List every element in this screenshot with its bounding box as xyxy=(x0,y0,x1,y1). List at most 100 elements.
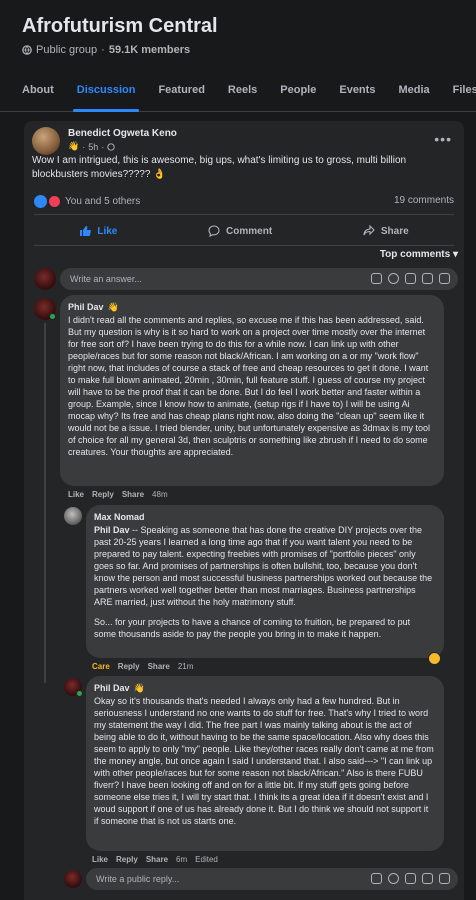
reply-input[interactable]: Write a public reply... xyxy=(86,868,458,890)
comment-reply-link[interactable]: Reply xyxy=(118,662,140,671)
group-tabs: About Discussion Featured Reels People E… xyxy=(0,74,476,112)
meta-separator: · xyxy=(101,141,105,152)
reaction-icons[interactable]: You and 5 others xyxy=(34,195,140,208)
meta-separator: · xyxy=(101,44,105,56)
sticker-icon[interactable] xyxy=(439,873,450,884)
comment-text: Okay so it's thousands that's needed I a… xyxy=(94,696,434,826)
comment-like-link[interactable]: Like xyxy=(68,490,84,499)
share-button[interactable]: Share xyxy=(363,225,409,237)
group-meta: Public group · 59.1K members xyxy=(22,44,456,56)
sort-comments-dropdown[interactable]: Top comments ▾ xyxy=(380,249,458,260)
comment-share-link[interactable]: Share xyxy=(148,662,170,671)
wave-icon: 👋 xyxy=(68,141,80,151)
comment-bubble: Phil Dav 👋 Okay so it's thousands that's… xyxy=(86,676,444,851)
globe-icon xyxy=(107,142,115,151)
author-name[interactable]: Benedict Ogweta Keno xyxy=(68,127,177,141)
comment-reply-link[interactable]: Reply xyxy=(92,490,114,499)
emoji-icon[interactable] xyxy=(388,873,399,884)
love-reaction-icon xyxy=(48,195,61,208)
thumbs-up-icon xyxy=(80,226,92,236)
comment-care-link[interactable]: Care xyxy=(92,662,110,671)
group-privacy: Public group xyxy=(36,44,98,56)
post-subline: 👋 · 5h · xyxy=(68,141,177,152)
comment-time[interactable]: 48m xyxy=(152,490,168,499)
comment-author: Max Nomad xyxy=(94,511,434,524)
comment-author-name[interactable]: Max Nomad xyxy=(94,511,145,524)
divider xyxy=(34,214,454,215)
answer-placeholder: Write an answer... xyxy=(70,274,142,284)
more-options-icon[interactable]: ••• xyxy=(434,131,452,147)
care-reaction-icon[interactable] xyxy=(428,652,441,665)
comment-time[interactable]: 6m xyxy=(176,855,187,864)
comment-author-name[interactable]: Phil Dav xyxy=(94,682,130,695)
tab-events[interactable]: Events xyxy=(339,74,375,111)
comment-body: -- Speaking as someone that has done the… xyxy=(94,525,433,607)
current-user-avatar[interactable] xyxy=(34,268,56,290)
wave-icon: 👋 xyxy=(107,302,119,312)
gif-icon[interactable] xyxy=(422,873,433,884)
commenter-avatar[interactable] xyxy=(64,507,82,525)
mention-link[interactable]: Phil Dav xyxy=(94,525,130,535)
comment-actions: Like Reply Share 48m xyxy=(68,490,168,499)
comment-actions: Care Reply Share 21m xyxy=(92,662,193,671)
author-avatar[interactable] xyxy=(32,127,60,155)
comment-icon xyxy=(208,225,220,237)
wave-icon: 👋 xyxy=(133,683,145,693)
camera-icon[interactable] xyxy=(405,873,416,884)
group-title[interactable]: Afrofuturism Central xyxy=(22,14,456,38)
reply-placeholder: Write a public reply... xyxy=(96,874,180,884)
comment-button[interactable]: Comment xyxy=(208,225,272,237)
globe-icon xyxy=(22,45,32,55)
comment-label: Comment xyxy=(226,225,273,237)
current-user-avatar[interactable] xyxy=(64,870,82,888)
online-indicator xyxy=(49,313,56,320)
comment-author: Phil Dav 👋 xyxy=(68,301,434,314)
composer-tools xyxy=(371,873,450,884)
like-reaction-icon xyxy=(34,195,47,208)
avatar-sticker-icon[interactable] xyxy=(371,873,382,884)
answer-input[interactable]: Write an answer... xyxy=(60,268,458,290)
post-card: Benedict Ogweta Keno 👋 · 5h · ••• Wow I … xyxy=(24,121,464,900)
comment-share-link[interactable]: Share xyxy=(122,490,144,499)
post-time[interactable]: 5h xyxy=(88,142,98,152)
comment-author: Phil Dav 👋 xyxy=(94,682,434,695)
sticker-icon[interactable] xyxy=(439,273,450,284)
post-header: Benedict Ogweta Keno 👋 · 5h · xyxy=(32,127,177,155)
avatar-sticker-icon[interactable] xyxy=(371,273,382,284)
comment-like-link[interactable]: Like xyxy=(92,855,108,864)
tab-media[interactable]: Media xyxy=(398,74,429,111)
comment-reply-link[interactable]: Reply xyxy=(116,855,138,864)
thread-line xyxy=(44,323,46,683)
camera-icon[interactable] xyxy=(405,273,416,284)
share-label: Share xyxy=(380,225,409,237)
tab-discussion[interactable]: Discussion xyxy=(72,74,140,112)
online-indicator xyxy=(76,690,83,697)
tab-about[interactable]: About xyxy=(22,74,54,111)
comment-bubble: Phil Dav 👋 I didn't read all the comment… xyxy=(60,295,444,486)
author-block: Benedict Ogweta Keno 👋 · 5h · xyxy=(68,127,177,155)
like-label: Like xyxy=(97,225,118,237)
comment-actions: Like Reply Share 6m Edited xyxy=(92,855,218,864)
emoji-icon[interactable] xyxy=(388,273,399,284)
composer-tools xyxy=(371,273,450,284)
tab-reels[interactable]: Reels xyxy=(228,74,257,111)
comments-count[interactable]: 19 comments xyxy=(394,195,454,208)
comment-text: I didn't read all the comments and repli… xyxy=(68,315,431,457)
tab-people[interactable]: People xyxy=(280,74,316,111)
reaction-summary: You and 5 others 19 comments xyxy=(34,195,454,208)
comment-text: Phil Dav -- Speaking as someone that has… xyxy=(94,524,434,608)
group-members[interactable]: 59.1K members xyxy=(109,44,190,56)
post-actions: Like Comment Share xyxy=(34,217,454,245)
like-button[interactable]: Like xyxy=(79,225,117,237)
group-header: Afrofuturism Central Public group · 59.1… xyxy=(0,0,476,64)
tab-files[interactable]: Files xyxy=(453,74,476,111)
tab-featured[interactable]: Featured xyxy=(158,74,204,111)
gif-icon[interactable] xyxy=(422,273,433,284)
reaction-count[interactable]: You and 5 others xyxy=(65,196,140,207)
share-icon xyxy=(363,225,375,236)
comment-text-paragraph: So... for your projects to have a chance… xyxy=(94,617,411,639)
divider xyxy=(34,245,454,246)
comment-author-name[interactable]: Phil Dav xyxy=(68,301,104,314)
comment-share-link[interactable]: Share xyxy=(146,855,168,864)
comment-time[interactable]: 21m xyxy=(178,662,194,671)
